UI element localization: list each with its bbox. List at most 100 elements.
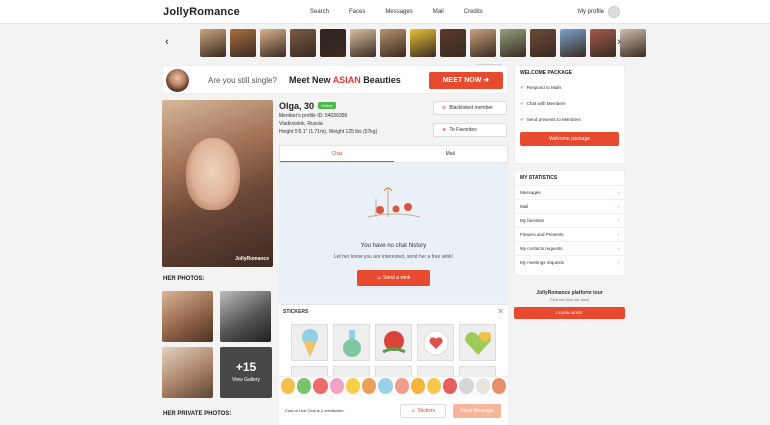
carousel-next-icon[interactable]: › <box>614 36 624 48</box>
stickers-button[interactable]: ☺ Stickers <box>400 404 446 418</box>
online-badge: Online <box>318 102 336 109</box>
carousel-thumb[interactable] <box>380 29 406 57</box>
sticker-strip-item[interactable] <box>426 378 442 394</box>
check-icon: ✔ <box>520 101 524 106</box>
block-icon: ⊘ <box>442 105 447 111</box>
learn-more-button[interactable]: LEARN MORE <box>514 307 625 319</box>
stat-item-mail[interactable]: Mail › <box>515 199 624 213</box>
stat-item-messages[interactable]: Messages › <box>515 185 624 199</box>
sticker-love-letter[interactable] <box>417 324 454 361</box>
carousel-thumb[interactable] <box>440 29 466 57</box>
chevron-right-icon: › <box>617 246 620 251</box>
sticker-strip <box>279 376 508 396</box>
meet-now-button[interactable]: MEET NOW ➔ <box>429 72 503 89</box>
carousel-thumb[interactable] <box>560 29 586 57</box>
welcome-title: WELCOME PACKAGE <box>520 70 573 76</box>
sticker-hearts[interactable] <box>459 324 496 361</box>
main-profile-photo[interactable]: JollyRomance <box>162 100 273 267</box>
carousel-thumb[interactable] <box>500 29 526 57</box>
chevron-right-icon: › <box>617 218 620 223</box>
welcome-item: ✔ Send presents to Members <box>520 117 581 122</box>
gallery-photo[interactable] <box>162 347 213 398</box>
chat-cost-text: Cost of Live Chat is 2 credits/min. <box>285 408 345 413</box>
profile-id: Member's profile ID: 54036358 <box>279 113 348 119</box>
carousel-thumb[interactable] <box>590 29 616 57</box>
site-logo[interactable]: JollyRomance <box>163 6 240 18</box>
gallery-photo[interactable] <box>220 291 271 342</box>
stat-item-contacts[interactable]: My contacts requests › <box>515 241 624 255</box>
tour-title: JollyRomance platform tour <box>536 290 603 296</box>
profile-location: Vladivostok, Russia <box>279 121 323 127</box>
photo-watermark: JollyRomance <box>235 256 269 262</box>
sticker-strip-item[interactable] <box>329 378 344 394</box>
stat-item-meetings[interactable]: My meetings requests › <box>515 255 624 269</box>
send-message-button[interactable]: Send Message <box>453 404 501 418</box>
carousel-thumb[interactable] <box>260 29 286 57</box>
sticker-strip-item[interactable] <box>491 378 507 394</box>
welcome-package-card: WELCOME PACKAGE ✔ Respond to Mails ✔ Chat … <box>514 65 625 164</box>
send-wink-button[interactable]: ☺ Send a wink <box>357 270 430 286</box>
star-icon: ★ <box>442 127 447 133</box>
welcome-item: ✔ Respond to Mails <box>520 85 562 90</box>
tab-mail[interactable]: Mail <box>394 146 508 162</box>
stat-item-favorites[interactable]: My favorites › <box>515 213 624 227</box>
no-chat-title: You have no chat history <box>360 243 427 249</box>
check-icon: ✔ <box>520 117 524 122</box>
welcome-package-button[interactable]: Welcome package <box>520 132 619 146</box>
sticker-strip-item[interactable] <box>410 378 425 394</box>
photo-face <box>186 138 240 210</box>
tab-chat[interactable]: Chat <box>280 146 394 162</box>
sticker-strip-item[interactable] <box>459 378 474 394</box>
my-avatar[interactable] <box>608 6 620 18</box>
carousel-thumb[interactable] <box>230 29 256 57</box>
carousel-thumb[interactable] <box>410 29 436 57</box>
carousel-thumb[interactable] <box>200 29 226 57</box>
stat-item-flowers[interactable]: Flowers and Presents › <box>515 227 624 241</box>
chevron-right-icon: › <box>617 260 620 265</box>
sticker-strip-item[interactable] <box>313 378 328 394</box>
sticker-strip-item[interactable] <box>362 378 377 394</box>
gallery-photo[interactable] <box>162 291 213 342</box>
tour-subtitle: Find out how we work <box>550 297 589 302</box>
sticker-strip-item[interactable] <box>394 378 409 394</box>
members-carousel: ‹ › <box>160 28 646 60</box>
statistics-title: MY STATISTICS <box>520 175 558 181</box>
carousel-prev-icon[interactable]: ‹ <box>162 36 172 48</box>
stickers-title: STICKERS <box>283 309 309 315</box>
sticker-strip-item[interactable] <box>475 378 490 394</box>
top-bar: JollyRomance Search Faces Messages Mail Cred… <box>0 0 770 24</box>
sticker-potion[interactable] <box>333 324 370 361</box>
view-gallery-button[interactable]: +15 View Gallery <box>220 347 272 398</box>
birds-illustration-icon <box>367 187 421 218</box>
sticker-ice-cream[interactable] <box>291 324 328 361</box>
favorites-button[interactable]: ★ To Favorites <box>433 123 507 137</box>
chevron-right-icon: › <box>617 204 620 209</box>
sticker-strip-item[interactable] <box>281 378 296 394</box>
profile-name: Olga, 30 <box>279 101 315 111</box>
sticker-strip-item[interactable] <box>378 378 393 394</box>
block-member-button[interactable]: ⊘ Blacklisted member <box>433 101 507 115</box>
nav-messages[interactable]: Messages <box>385 9 412 15</box>
nav-mail[interactable]: Mail <box>433 9 444 15</box>
nav-credits[interactable]: Credits <box>464 9 483 15</box>
her-photos-title: HER PHOTOS: <box>163 276 205 282</box>
sticker-rose[interactable] <box>375 324 412 361</box>
close-icon[interactable]: ✕ <box>497 307 504 316</box>
carousel-thumb[interactable] <box>290 29 316 57</box>
statistics-card: MY STATISTICS Messages › Mail › My favorit… <box>514 170 625 276</box>
carousel-thumb[interactable] <box>320 29 346 57</box>
my-profile-link[interactable]: My profile <box>578 9 604 15</box>
chevron-right-icon: › <box>617 232 620 237</box>
nav-search[interactable]: Search <box>310 9 329 15</box>
carousel-thumb[interactable] <box>530 29 556 57</box>
nav-faces[interactable]: Faces <box>349 9 365 15</box>
carousel-thumb[interactable] <box>350 29 376 57</box>
promo-banner[interactable]: Are you still single? Meet New ASIAN Bea… <box>162 65 508 94</box>
sticker-strip-item[interactable] <box>297 378 312 394</box>
main-nav: Search Faces Messages Mail Credits <box>310 9 503 15</box>
carousel-thumb[interactable] <box>470 29 496 57</box>
sticker-strip-item[interactable] <box>443 378 458 394</box>
sticker-strip-item[interactable] <box>345 378 361 394</box>
banner-avatar <box>166 69 189 92</box>
carousel-thumbs <box>200 29 646 57</box>
